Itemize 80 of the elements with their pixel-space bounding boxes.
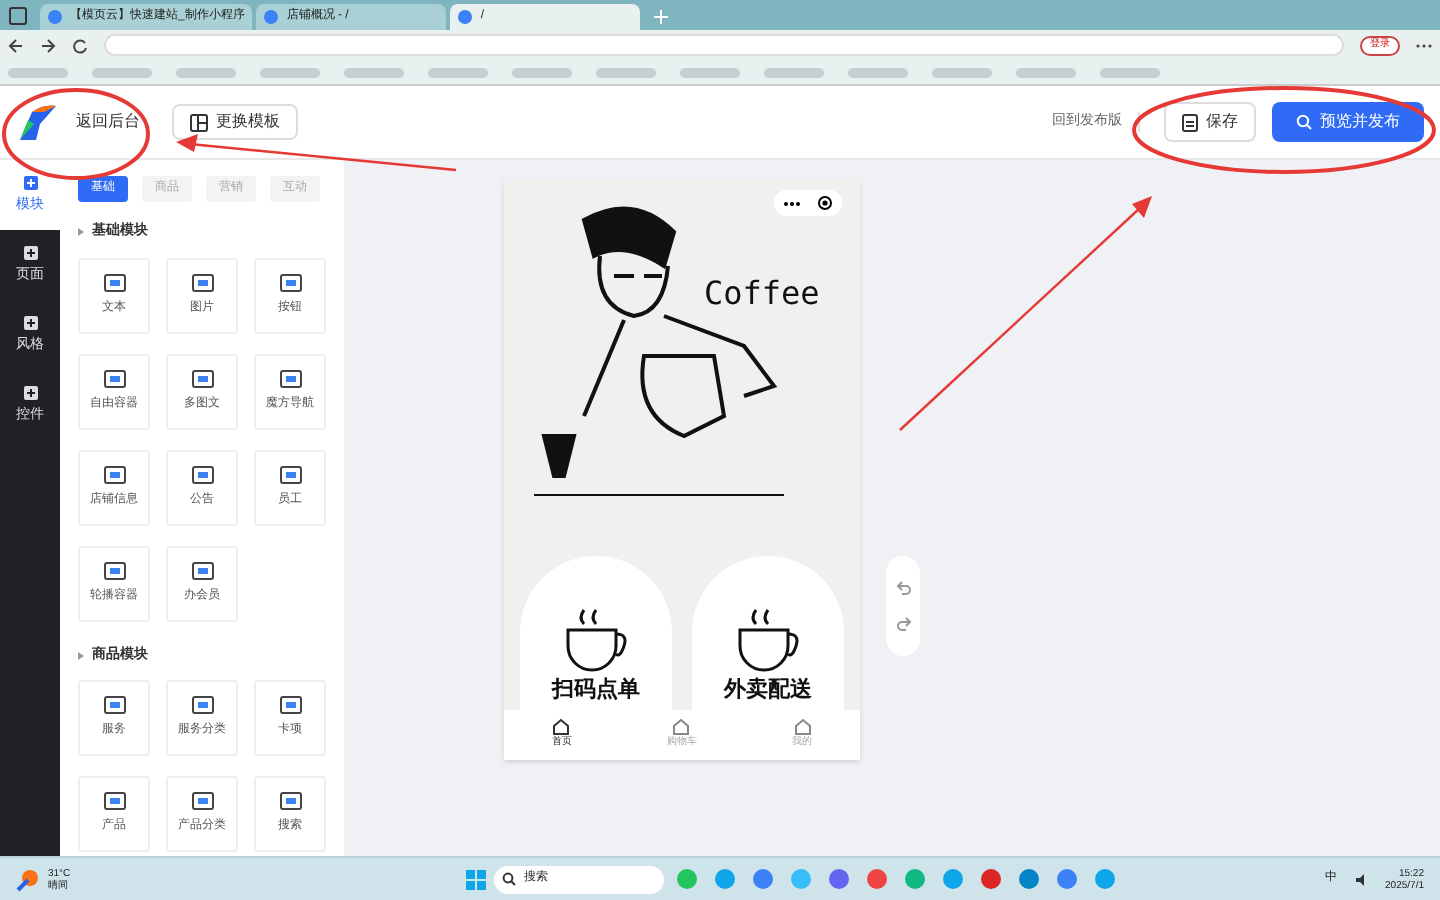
reload-icon — [72, 37, 88, 53]
blurred-bookmark — [176, 67, 236, 77]
back-link[interactable]: 返回后台 — [76, 110, 140, 134]
capsule-button[interactable] — [774, 190, 842, 216]
app-icon — [676, 868, 699, 890]
blurred-bookmark — [428, 67, 488, 77]
blurred-bookmark — [1100, 67, 1160, 77]
blurred-bookmark — [596, 67, 656, 77]
start-icon — [466, 869, 487, 889]
blurred-bookmark — [764, 67, 824, 77]
module-icon — [103, 561, 125, 579]
nav-icon — [672, 718, 691, 737]
caret-icon — [78, 651, 84, 660]
app-icon — [980, 868, 1003, 890]
tab-actions-icon — [8, 6, 28, 26]
tab-favicon-icon — [48, 10, 62, 24]
app-icon — [714, 868, 737, 890]
blurred-bookmark — [260, 67, 320, 77]
plus-square-icon — [21, 383, 39, 402]
app-icon — [828, 868, 851, 890]
layout-icon — [190, 113, 208, 131]
blurred-bookmark — [848, 67, 908, 77]
blurred-bookmark — [680, 67, 740, 77]
blurred-bookmark — [512, 67, 572, 77]
app-icon — [752, 868, 775, 890]
address-field[interactable] — [104, 34, 1344, 56]
app-icon — [942, 868, 965, 890]
tab-favicon-icon — [458, 10, 473, 24]
search-icon — [1296, 114, 1312, 130]
logo-icon — [16, 100, 60, 144]
nav-icon — [793, 718, 812, 737]
save-icon — [1182, 113, 1198, 131]
tab-favicon-icon — [264, 10, 279, 24]
undo-icon — [895, 580, 911, 596]
module-icon — [191, 792, 213, 810]
plus-square-icon — [21, 313, 39, 332]
new-tab-icon — [652, 8, 671, 26]
save-button[interactable]: 保存 — [1164, 102, 1256, 142]
module-icon — [279, 792, 301, 810]
redo-icon — [895, 616, 911, 632]
publish-button[interactable]: 预览并发布 — [1272, 102, 1424, 142]
forward-arrow-icon — [40, 37, 56, 53]
module-icon — [191, 369, 213, 387]
module-icon — [279, 273, 301, 291]
search-icon — [502, 872, 517, 886]
app-icon — [1056, 868, 1079, 890]
blurred-bookmark — [932, 67, 992, 77]
app-icon — [904, 868, 927, 890]
coffee-text: Coffee — [704, 272, 820, 316]
back-arrow-icon — [8, 37, 24, 53]
close-circle-icon — [818, 196, 833, 210]
app-icon — [790, 868, 813, 890]
module-icon — [279, 465, 301, 483]
module-icon — [103, 465, 125, 483]
module-icon — [191, 465, 213, 483]
blurred-bookmark — [8, 67, 68, 77]
module-icon — [103, 369, 125, 387]
entry-card[interactable]: 扫码点单 — [520, 556, 672, 710]
module-icon — [103, 273, 125, 291]
module-icon — [191, 561, 213, 579]
module-icon — [279, 369, 301, 387]
entry-card[interactable]: 外卖配送 — [692, 556, 844, 710]
app-icon — [1094, 868, 1117, 890]
blurred-bookmark — [92, 67, 152, 77]
blurred-bookmark — [344, 67, 404, 77]
plus-square-icon — [21, 243, 39, 262]
caret-icon — [78, 228, 84, 237]
app-icon — [866, 868, 889, 890]
module-icon — [191, 696, 213, 714]
module-icon — [103, 696, 125, 714]
weather-icon — [16, 867, 40, 891]
template-button[interactable]: 更换模板 — [172, 104, 298, 140]
module-icon — [279, 696, 301, 714]
app-icon — [1018, 868, 1041, 890]
nav-icon — [552, 718, 571, 737]
volume-icon — [1353, 871, 1370, 887]
plus-square-icon — [21, 173, 39, 192]
blurred-bookmark — [1016, 67, 1076, 77]
module-icon — [191, 273, 213, 291]
module-icon — [103, 792, 125, 810]
